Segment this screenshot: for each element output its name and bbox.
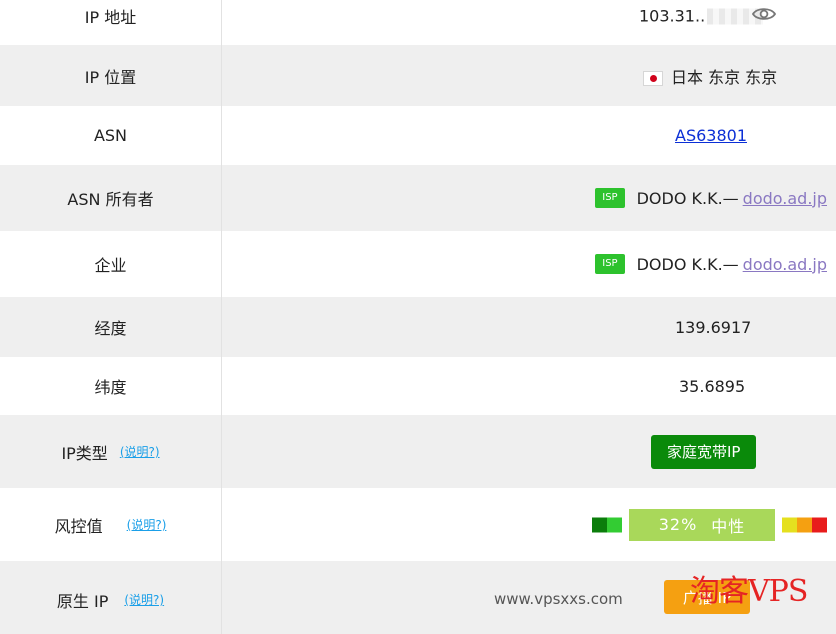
- asn-owner-domain-link[interactable]: dodo.ad.jp: [743, 189, 827, 208]
- row-asn: ASN AS63801: [0, 106, 836, 165]
- latitude-label: 纬度: [0, 357, 222, 415]
- row-ip-location: IP 位置 日本 东京 东京: [0, 45, 836, 106]
- ip-location-value-cell: 日本 东京 东京: [222, 45, 836, 106]
- asn-owner-name: DODO K.K.—: [636, 188, 739, 208]
- enterprise-value-cell: ISP DODO K.K.— dodo.ad.jp: [222, 231, 836, 297]
- ip-location-value: 日本 东京 东京: [671, 67, 778, 87]
- ip-type-badge: 家庭宽带IP: [651, 434, 757, 469]
- japan-flag-icon: [643, 70, 663, 86]
- enterprise-group: ISP DODO K.K.— dodo.ad.jp: [595, 254, 827, 274]
- risk-scale-red: [812, 517, 827, 532]
- eye-icon[interactable]: [751, 6, 777, 26]
- native-ip-help-link[interactable]: (说明?): [124, 588, 164, 608]
- ip-location-group: 日本 东京 东京: [643, 64, 777, 88]
- risk-scale-low: [592, 517, 622, 532]
- asn-owner-label: ASN 所有者: [0, 165, 222, 231]
- row-asn-owner: ASN 所有者 ISP DODO K.K.— dodo.ad.jp: [0, 165, 836, 231]
- risk-label-cell: 风控值 (说明?): [0, 488, 222, 561]
- ip-location-label: IP 位置: [0, 45, 222, 106]
- risk-scale-green: [607, 517, 622, 532]
- risk-percent: 32%: [658, 515, 698, 534]
- enterprise-label: 企业: [0, 231, 222, 297]
- watermark-brand: 淘客VPS: [690, 574, 808, 609]
- asn-link[interactable]: AS63801: [675, 126, 747, 145]
- row-longitude: 经度 139.6917: [0, 297, 836, 357]
- native-ip-label: 原生 IP: [56, 592, 109, 611]
- row-risk: 风控值 (说明?) 32% 中性: [0, 488, 836, 561]
- risk-value-cell: 32% 中性: [222, 488, 836, 561]
- risk-scale-dark-green: [592, 517, 607, 532]
- ip-address-text: 103.31..: [639, 6, 764, 25]
- ip-type-label-cell: IP类型 (说明?): [0, 415, 222, 488]
- risk-scale-yellow: [782, 517, 797, 532]
- asn-label: ASN: [0, 106, 222, 165]
- ip-address-value-cell: 103.31..: [222, 0, 836, 45]
- ip-address-value: 103.31..: [639, 6, 706, 25]
- latitude-value: 35.6895: [679, 376, 746, 396]
- risk-meter: 32% 中性: [629, 508, 775, 541]
- longitude-value: 139.6917: [675, 317, 752, 337]
- longitude-label: 经度: [0, 297, 222, 357]
- risk-help-link[interactable]: (说明?): [127, 516, 167, 533]
- row-latitude: 纬度 35.6895: [0, 357, 836, 415]
- asn-owner-group: ISP DODO K.K.— dodo.ad.jp: [595, 188, 827, 208]
- isp-badge: ISP: [595, 188, 625, 208]
- row-ip-address: IP 地址 103.31..: [0, 0, 836, 45]
- native-ip-label-cell: 原生 IP (说明?): [0, 561, 222, 634]
- asn-value-cell: AS63801: [222, 106, 836, 165]
- ip-type-label: IP类型: [61, 443, 108, 463]
- row-enterprise: 企业 ISP DODO K.K.— dodo.ad.jp: [0, 231, 836, 297]
- risk-label: 风控值: [54, 516, 103, 536]
- enterprise-name: DODO K.K.—: [636, 254, 739, 274]
- row-ip-type: IP类型 (说明?) 家庭宽带IP: [0, 415, 836, 488]
- risk-level: 中性: [711, 516, 746, 536]
- longitude-value-cell: 139.6917: [222, 297, 836, 357]
- latitude-value-cell: 35.6895: [222, 357, 836, 415]
- risk-scale-orange: [797, 517, 812, 532]
- risk-scale-high: [782, 517, 827, 532]
- enterprise-domain-link[interactable]: dodo.ad.jp: [743, 255, 827, 274]
- ip-type-value-cell: 家庭宽带IP: [222, 415, 836, 488]
- isp-badge: ISP: [595, 254, 625, 274]
- ip-address-label: IP 地址: [0, 0, 222, 45]
- watermark-site: www.vpsxxs.com: [494, 590, 623, 608]
- asn-owner-value-cell: ISP DODO K.K.— dodo.ad.jp: [222, 165, 836, 231]
- ip-type-help-link[interactable]: (说明?): [120, 443, 160, 460]
